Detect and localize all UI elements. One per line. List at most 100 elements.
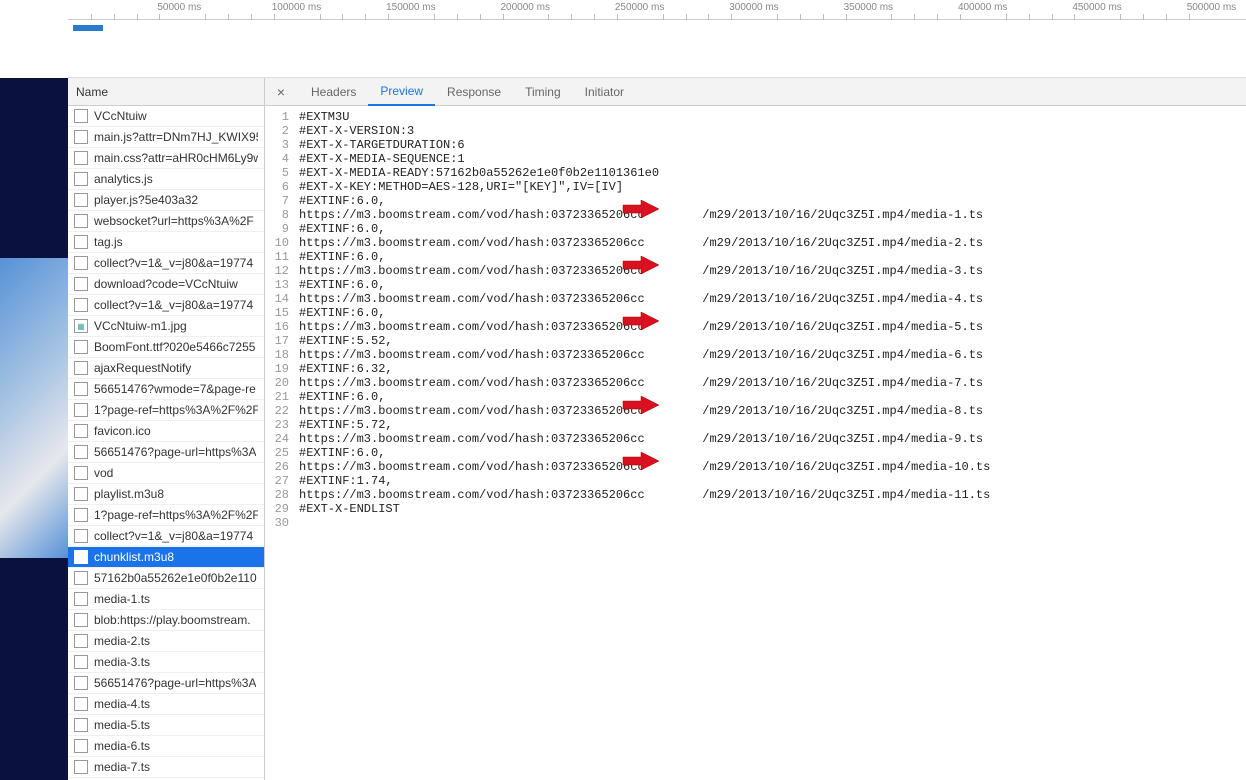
line-number: 5	[265, 166, 289, 180]
request-row[interactable]: favicon.ico	[68, 421, 264, 442]
request-row[interactable]: media-5.ts	[68, 715, 264, 736]
request-name: 1?page-ref=https%3A%2F%2F	[94, 508, 258, 522]
request-name: player.js?5e403a32	[94, 193, 198, 207]
request-row[interactable]: blob:https://play.boomstream.	[68, 610, 264, 631]
document-file-icon	[74, 424, 88, 438]
request-row[interactable]: 56651476?wmode=7&page-re	[68, 379, 264, 400]
code-line: #EXT-X-VERSION:3	[299, 124, 990, 138]
request-row[interactable]: 1?page-ref=https%3A%2F%2F	[68, 400, 264, 421]
line-number: 17	[265, 334, 289, 348]
timeline-tick: 250000 ms	[615, 2, 664, 13]
code-line: #EXTINF:1.74,	[299, 474, 990, 488]
detail-panel: × HeadersPreviewResponseTimingInitiator …	[265, 78, 1246, 780]
document-file-icon	[74, 256, 88, 270]
request-row[interactable]: BoomFont.ttf?020e5466c7255	[68, 337, 264, 358]
request-name: main.css?attr=aHR0cHM6Ly9w	[94, 151, 258, 165]
request-row[interactable]: 56651476?page-url=https%3A	[68, 442, 264, 463]
request-row[interactable]: media-7.ts	[68, 757, 264, 778]
request-row[interactable]: 56651476?page-url=https%3A	[68, 673, 264, 694]
timeline-tick: 200000 ms	[500, 2, 549, 13]
request-row[interactable]: playlist.m3u8	[68, 484, 264, 505]
line-number: 19	[265, 362, 289, 376]
request-name: blob:https://play.boomstream.	[94, 613, 251, 627]
image-file-icon: ▦	[74, 319, 88, 333]
request-row[interactable]: tag.js	[68, 232, 264, 253]
request-row[interactable]: media-1.ts	[68, 589, 264, 610]
line-number: 9	[265, 222, 289, 236]
code-line: #EXTINF:6.0,	[299, 194, 990, 208]
code-line: https://m3.boomstream.com/vod/hash:03723…	[299, 348, 990, 362]
request-name: download?code=VCcNtuiw	[94, 277, 238, 291]
request-row[interactable]: media-6.ts	[68, 736, 264, 757]
document-file-icon	[74, 109, 88, 123]
request-row[interactable]: vod	[68, 463, 264, 484]
line-number: 16	[265, 320, 289, 334]
main-area: Name VCcNtuiwmain.js?attr=DNm7HJ_KWIX95m…	[0, 78, 1246, 780]
background-image-sky	[0, 258, 68, 558]
request-row[interactable]: VCcNtuiw	[68, 106, 264, 127]
request-name: collect?v=1&_v=j80&a=19774	[94, 529, 253, 543]
timeline-tick: 100000 ms	[272, 2, 321, 13]
tab-initiator[interactable]: Initiator	[573, 78, 636, 106]
code-line: #EXTM3U	[299, 110, 990, 124]
request-row[interactable]: media-2.ts	[68, 631, 264, 652]
request-row[interactable]: collect?v=1&_v=j80&a=19774	[68, 295, 264, 316]
line-number: 30	[265, 516, 289, 530]
line-number: 15	[265, 306, 289, 320]
document-file-icon	[74, 718, 88, 732]
name-column-label: Name	[76, 85, 108, 99]
request-name: tag.js	[94, 235, 123, 249]
request-row[interactable]: 1?page-ref=https%3A%2F%2F	[68, 505, 264, 526]
request-name: media-7.ts	[94, 760, 150, 774]
timeline-selection-bar	[73, 25, 103, 31]
request-row[interactable]: main.js?attr=DNm7HJ_KWIX95	[68, 127, 264, 148]
code-line: #EXTINF:5.72,	[299, 418, 990, 432]
tab-headers[interactable]: Headers	[299, 78, 368, 106]
code-line: #EXTINF:6.0,	[299, 306, 990, 320]
requests-header[interactable]: Name	[68, 78, 264, 106]
document-file-icon	[74, 130, 88, 144]
request-row[interactable]: websocket?url=https%3A%2F	[68, 211, 264, 232]
request-row[interactable]: collect?v=1&_v=j80&a=19774	[68, 253, 264, 274]
code-line: #EXTINF:6.0,	[299, 446, 990, 460]
tab-preview[interactable]: Preview	[368, 78, 435, 106]
request-row[interactable]: analytics.js	[68, 169, 264, 190]
request-row[interactable]: chunklist.m3u8	[68, 547, 264, 568]
code-content: #EXTM3U#EXT-X-VERSION:3#EXT-X-TARGETDURA…	[295, 106, 990, 780]
request-name: analytics.js	[94, 172, 153, 186]
timeline-tick: 150000 ms	[386, 2, 435, 13]
request-row[interactable]: media-4.ts	[68, 694, 264, 715]
requests-list[interactable]: VCcNtuiwmain.js?attr=DNm7HJ_KWIX95 main.c…	[68, 106, 264, 780]
document-file-icon	[74, 214, 88, 228]
request-row[interactable]: 57162b0a55262e1e0f0b2e110	[68, 568, 264, 589]
document-file-icon	[74, 613, 88, 627]
detail-tabs: × HeadersPreviewResponseTimingInitiator	[265, 78, 1246, 106]
request-name: vod	[94, 466, 113, 480]
code-line: #EXTINF:6.0,	[299, 278, 990, 292]
line-number: 20	[265, 376, 289, 390]
request-row[interactable]: main.css?attr=aHR0cHM6Ly9w	[68, 148, 264, 169]
request-row[interactable]: media-3.ts	[68, 652, 264, 673]
document-file-icon	[74, 760, 88, 774]
request-name: media-2.ts	[94, 634, 150, 648]
line-number: 3	[265, 138, 289, 152]
document-file-icon	[74, 277, 88, 291]
document-file-icon	[74, 382, 88, 396]
line-number: 10	[265, 236, 289, 250]
request-row[interactable]: ajaxRequestNotify	[68, 358, 264, 379]
tab-timing[interactable]: Timing	[513, 78, 573, 106]
request-row[interactable]: ▦VCcNtuiw-m1.jpg	[68, 316, 264, 337]
code-line: https://m3.boomstream.com/vod/hash:03723…	[299, 292, 990, 306]
line-gutter: 1234567891011121314151617181920212223242…	[265, 106, 295, 780]
preview-content[interactable]: 1234567891011121314151617181920212223242…	[265, 106, 1246, 780]
document-file-icon	[74, 508, 88, 522]
document-file-icon	[74, 235, 88, 249]
request-row[interactable]: player.js?5e403a32	[68, 190, 264, 211]
code-line: #EXTINF:6.32,	[299, 362, 990, 376]
timeline-overview[interactable]: 50000 ms100000 ms150000 ms200000 ms25000…	[68, 0, 1246, 78]
timeline-tick: 400000 ms	[958, 2, 1007, 13]
tab-response[interactable]: Response	[435, 78, 513, 106]
request-row[interactable]: collect?v=1&_v=j80&a=19774	[68, 526, 264, 547]
close-icon[interactable]: ×	[273, 84, 289, 100]
request-row[interactable]: download?code=VCcNtuiw	[68, 274, 264, 295]
